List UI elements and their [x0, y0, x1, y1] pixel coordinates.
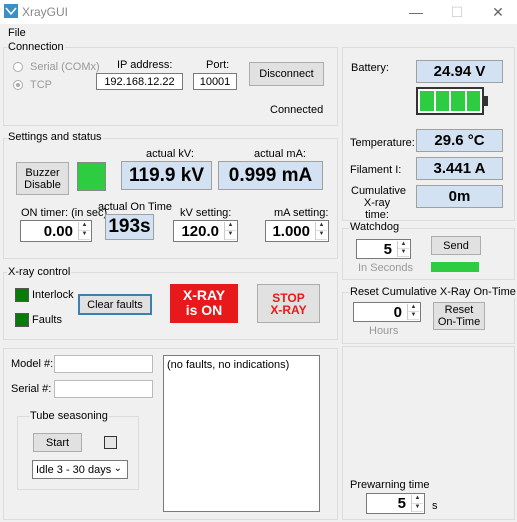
filament-label: Filament I: [350, 164, 402, 176]
serial-number-input[interactable] [54, 380, 153, 398]
faults-led [15, 313, 29, 327]
prewarning-spinner[interactable]: ▲ ▼ [411, 495, 423, 512]
tcp-label: TCP [30, 79, 52, 91]
disconnect-button[interactable]: Disconnect [249, 62, 324, 86]
on-timer-spinner[interactable]: ▲ ▼ [78, 222, 90, 240]
ip-label: IP address: [117, 59, 173, 71]
xray-on-line2: is ON [185, 302, 223, 318]
temperature-display: 29.6 °C [416, 129, 503, 152]
send-button[interactable]: Send [431, 236, 481, 255]
reset-hours-input[interactable]: 0 ▲ ▼ [353, 302, 421, 322]
xray-control-group-label: X-ray control [7, 266, 72, 278]
actual-on-label: actual On Time [98, 201, 172, 213]
actual-ma-label: actual mA: [254, 148, 306, 160]
tcp-radio[interactable] [13, 80, 23, 90]
ma-setting-spinner[interactable]: ▲ ▼ [315, 222, 327, 240]
actual-on-display: 193s [105, 214, 154, 240]
watchdog-spinner[interactable]: ▲ ▼ [397, 241, 409, 257]
title-bar [0, 0, 517, 24]
clear-faults-button[interactable]: Clear faults [78, 294, 152, 315]
ma-setting-label: mA setting: [274, 207, 329, 219]
buzzer-disable-button[interactable]: Buzzer Disable [16, 162, 69, 195]
battery-label: Battery: [351, 62, 389, 74]
watchdog-label: Watchdog [349, 221, 401, 233]
faults-textbox[interactable]: (no faults, no indications) [163, 355, 320, 512]
app-icon [4, 4, 18, 18]
watchdog-value: 5 [383, 240, 392, 258]
stop-line1: STOP [272, 290, 305, 305]
prewarning-label: Prewarning time [350, 479, 430, 491]
model-input[interactable] [54, 355, 153, 373]
battery-display: 24.94 V [416, 60, 503, 83]
settings-group-label: Settings and status [7, 131, 103, 143]
kv-setting-spinner[interactable]: ▲ ▼ [224, 222, 236, 240]
start-button[interactable]: Start [33, 433, 82, 452]
temperature-label: Temperature: [350, 137, 415, 149]
on-timer-value: 0.00 [43, 222, 73, 240]
ip-input[interactable]: 192.168.12.22 [96, 73, 183, 90]
reset-on-time-button[interactable]: Reset On-Time [433, 302, 485, 330]
minimize-button[interactable]: — [405, 2, 427, 22]
serial-number-label: Serial #: [11, 383, 52, 395]
close-button[interactable]: ✕ [487, 2, 509, 22]
connection-group-label: Connection [7, 41, 65, 53]
battery-terminal [484, 96, 488, 106]
window-title: XrayGUI [22, 5, 69, 19]
xray-on-indicator: X-RAY is ON [170, 284, 238, 323]
watchdog-led [431, 262, 479, 272]
idle-select[interactable]: Idle 3 - 30 days ⌄ [32, 460, 128, 479]
prewarning-unit: s [432, 500, 438, 512]
status-led [77, 162, 106, 191]
faults-label: Faults [32, 314, 62, 326]
hours-label: Hours [369, 325, 399, 337]
xray-on-line1: X-RAY [182, 287, 226, 303]
kv-setting-input[interactable]: 120.0 ▲ ▼ [173, 220, 238, 242]
ma-setting-input[interactable]: 1.000 ▲ ▼ [265, 220, 329, 242]
prewarning-input[interactable]: 5 ▲ ▼ [366, 493, 425, 514]
actual-ma-display: 0.999 mA [218, 161, 323, 190]
stop-xray-button[interactable]: STOP X-RAY [257, 284, 320, 323]
interlock-label: Interlock [32, 289, 74, 301]
menu-file[interactable]: File [8, 27, 26, 39]
seasoning-checkbox[interactable] [104, 436, 117, 449]
reset-hours-spinner[interactable]: ▲ ▼ [407, 304, 419, 320]
kv-setting-label: kV setting: [180, 207, 232, 219]
prewarning-value: 5 [397, 495, 406, 512]
watchdog-input[interactable]: 5 ▲ ▼ [356, 239, 411, 259]
serial-radio[interactable] [13, 62, 23, 72]
interlock-led [15, 288, 29, 302]
actual-kv-display: 119.9 kV [121, 161, 212, 190]
port-input[interactable]: 10001 [193, 73, 237, 90]
serial-label: Serial (COMx) [30, 61, 100, 73]
faults-text: (no faults, no indications) [167, 359, 290, 371]
connection-status: Connected [270, 104, 324, 116]
port-label: Port: [206, 59, 230, 71]
filament-display: 3.441 A [416, 157, 503, 180]
cumulative-display: 0m [416, 185, 503, 208]
model-label: Model #: [11, 358, 54, 370]
cumulative-label: Cumulative X-ray time: [351, 185, 407, 221]
battery-icon [416, 87, 484, 115]
maximize-button[interactable]: ☐ [446, 2, 468, 22]
stop-line2: X-RAY [270, 302, 307, 317]
kv-setting-value: 120.0 [181, 222, 219, 240]
actual-kv-label: actual kV: [146, 148, 194, 160]
in-seconds-label: In Seconds [358, 262, 414, 274]
tube-seasoning-label: Tube seasoning [29, 410, 109, 422]
on-timer-input[interactable]: 0.00 ▲ ▼ [20, 220, 92, 242]
on-timer-label: ON timer: (in sec) [21, 207, 108, 219]
idle-select-value: Idle 3 - 30 days [36, 463, 112, 476]
reset-group-label: Reset Cumulative X-Ray On-Time [349, 286, 517, 298]
ma-setting-value: 1.000 [272, 222, 310, 240]
chevron-down-icon: ⌄ [113, 463, 122, 474]
reset-hours-value: 0 [393, 303, 402, 321]
